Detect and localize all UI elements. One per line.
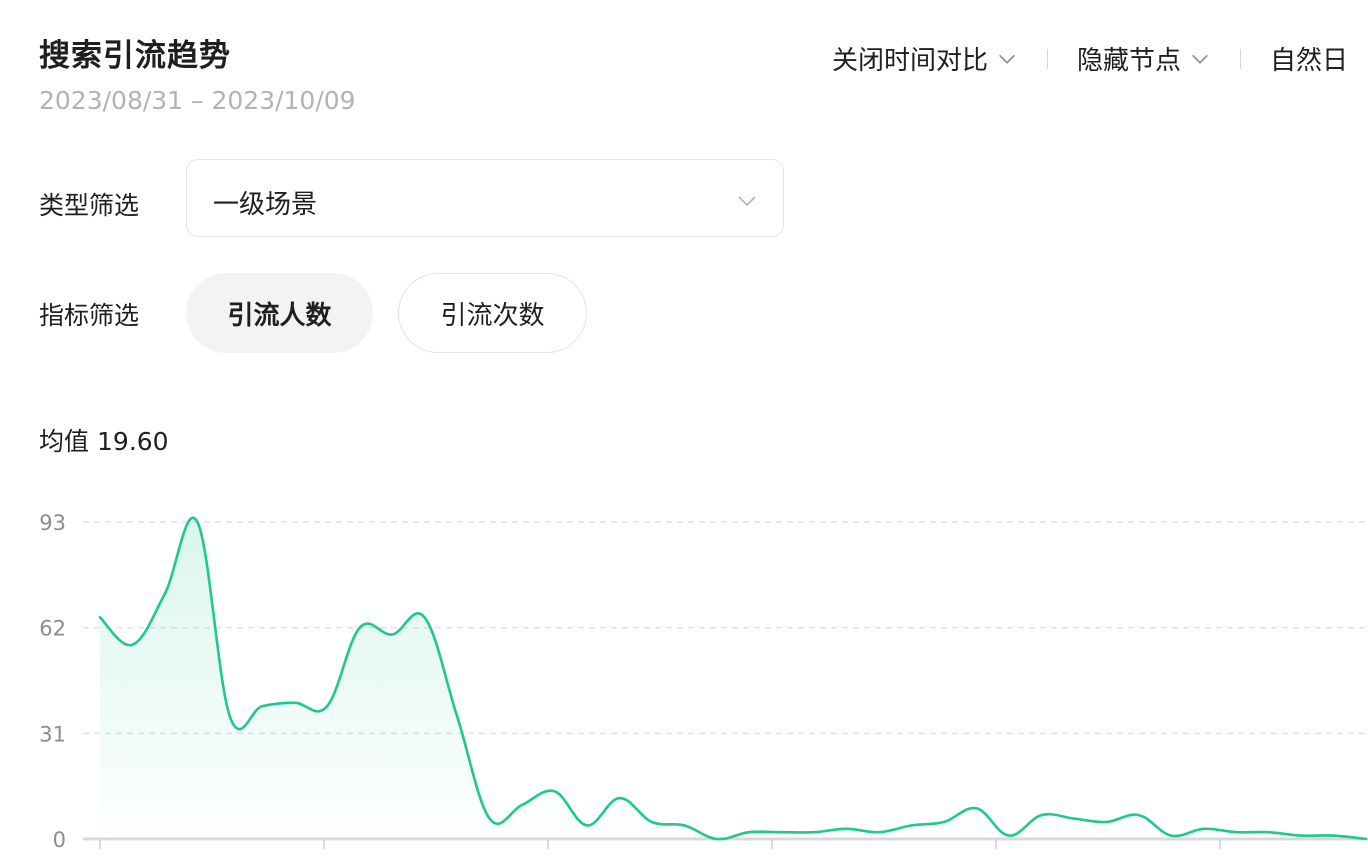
data-point — [943, 821, 945, 823]
data-point — [359, 627, 361, 629]
average-readout: 均值 19.60 — [39, 422, 169, 458]
data-point — [684, 825, 686, 827]
data-point — [456, 715, 458, 717]
data-point — [781, 831, 783, 833]
chart-controls: 关闭时间对比 隐藏节点 自然日 — [832, 40, 1348, 77]
natural-day-label: 自然日 — [1270, 46, 1349, 76]
divider — [1240, 48, 1242, 69]
data-point — [1073, 818, 1075, 820]
data-point — [1170, 835, 1172, 837]
data-point — [1008, 835, 1010, 837]
data-point — [132, 644, 134, 646]
y-tick-label: 62 — [39, 617, 66, 641]
data-point — [164, 593, 166, 595]
data-point — [197, 521, 199, 523]
metric-option-visits[interactable]: 引流次数 — [398, 273, 587, 353]
data-point — [554, 790, 556, 792]
data-point — [262, 705, 264, 707]
chevron-down-icon — [738, 196, 756, 207]
data-point — [1203, 828, 1205, 830]
data-point — [294, 702, 296, 704]
y-tick-label: 93 — [39, 511, 66, 535]
divider — [1047, 48, 1049, 69]
data-point — [651, 821, 653, 823]
data-point — [716, 838, 718, 840]
data-point — [521, 804, 523, 806]
time-compare-toggle[interactable]: 关闭时间对比 — [832, 40, 1018, 77]
chevron-down-icon — [1192, 54, 1208, 64]
data-point — [976, 808, 978, 810]
data-point — [586, 825, 588, 827]
y-tick-label: 31 — [39, 722, 66, 746]
chevron-down-icon — [999, 54, 1015, 64]
data-point — [1333, 835, 1335, 837]
data-point — [748, 831, 750, 833]
metric-filter-label: 指标筛选 — [39, 301, 140, 330]
natural-day-toggle[interactable]: 自然日 — [1270, 40, 1348, 77]
data-point — [846, 828, 848, 830]
hide-nodes-label: 隐藏节点 — [1077, 46, 1182, 76]
data-point — [391, 634, 393, 636]
type-filter-label: 类型筛选 — [39, 191, 140, 220]
data-point — [1365, 838, 1367, 840]
data-point — [619, 797, 621, 799]
data-point — [1268, 831, 1270, 833]
data-point — [1106, 821, 1108, 823]
type-filter-select[interactable]: 一级场景 — [186, 159, 784, 237]
date-range: 2023/08/31 – 2023/10/09 — [39, 86, 356, 115]
data-point — [1300, 835, 1302, 837]
metric-option-visitors[interactable]: 引流人数 — [186, 273, 373, 353]
time-compare-label: 关闭时间对比 — [832, 46, 989, 76]
data-point — [99, 617, 101, 619]
data-point — [813, 831, 815, 833]
average-label: 均值 — [39, 427, 90, 456]
data-point — [1138, 814, 1140, 816]
data-point — [878, 831, 880, 833]
data-point — [424, 617, 426, 619]
data-point — [1041, 814, 1043, 816]
data-point — [326, 705, 328, 707]
type-filter-value: 一级场景 — [213, 190, 318, 220]
y-tick-label: 0 — [53, 828, 66, 852]
page-title: 搜索引流趋势 — [39, 38, 231, 74]
series-area — [100, 517, 1366, 840]
data-point — [229, 715, 231, 717]
data-point — [911, 825, 913, 827]
data-point — [489, 818, 491, 820]
trend-chart: 0 31 62 93 — [39, 511, 1368, 852]
data-point — [1235, 831, 1237, 833]
hide-nodes-toggle[interactable]: 隐藏节点 — [1077, 40, 1211, 77]
average-value: 19.60 — [97, 427, 169, 456]
